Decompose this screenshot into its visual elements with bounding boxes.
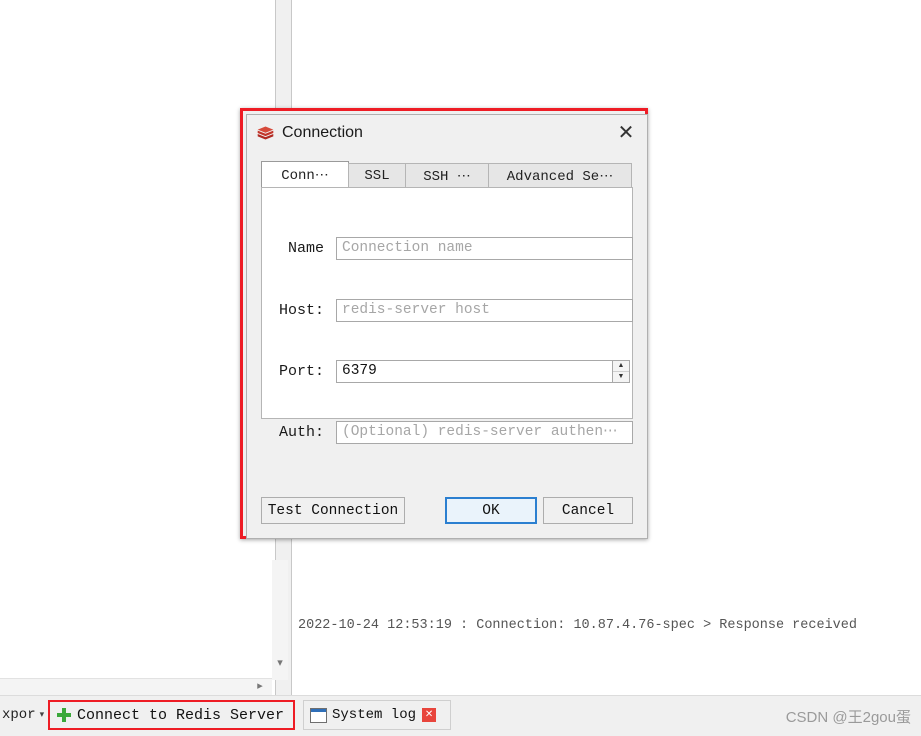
log-scroll-down-icon[interactable]: ▾ bbox=[272, 655, 288, 671]
tab-advanced-settings[interactable]: Advanced Se⋯ bbox=[488, 163, 632, 188]
stepper-down-icon[interactable]: ▼ bbox=[613, 372, 629, 382]
plus-icon bbox=[56, 707, 72, 723]
tab-advanced-settings-label: Advanced Se⋯ bbox=[506, 168, 614, 185]
cancel-button[interactable]: Cancel bbox=[543, 497, 633, 524]
system-log-tab[interactable]: System log ✕ bbox=[303, 700, 451, 730]
tab-ssl[interactable]: SSL bbox=[348, 163, 406, 188]
port-label: Port: bbox=[278, 362, 324, 380]
tab-ssh[interactable]: SSH ⋯ bbox=[405, 163, 489, 188]
auth-input[interactable]: (Optional) redis-server authen⋯ bbox=[336, 420, 633, 444]
connect-to-redis-server-button[interactable]: Connect to Redis Server bbox=[48, 700, 295, 730]
left-panel bbox=[0, 0, 275, 695]
auth-row: Auth: (Optional) redis-server authen⋯ bbox=[262, 420, 634, 444]
host-label: Host: bbox=[278, 301, 324, 319]
tab-ssh-label: SSH ⋯ bbox=[423, 168, 471, 185]
connect-tab-label: Connect to Redis Server bbox=[77, 706, 285, 724]
port-row: Port: 6379 ▲ ▼ bbox=[262, 359, 634, 383]
connection-dialog: Connection ✕ Conn⋯ SSL SSH ⋯ Advanced Se… bbox=[246, 114, 648, 539]
dialog-tabstrip: Conn⋯ SSL SSH ⋯ Advanced Se⋯ bbox=[261, 161, 633, 188]
dialog-titlebar[interactable]: Connection ✕ bbox=[247, 115, 647, 151]
port-stepper[interactable]: ▲ ▼ bbox=[612, 359, 630, 383]
export-tab-label: xpor bbox=[2, 707, 36, 723]
host-input[interactable]: redis-server host bbox=[336, 298, 633, 322]
tab-ssl-label: SSL bbox=[364, 168, 390, 184]
name-row: Name Connection name bbox=[262, 236, 634, 260]
test-connection-button[interactable]: Test Connection bbox=[261, 497, 405, 524]
ok-label: OK bbox=[482, 502, 500, 519]
close-icon[interactable]: ✕ bbox=[422, 708, 437, 722]
log-line: 2022-10-24 12:53:19 : Connection: 10.87.… bbox=[298, 618, 857, 633]
horizontal-scrollbar[interactable] bbox=[0, 678, 272, 695]
window-icon bbox=[310, 707, 327, 723]
tab-connection-label: Conn⋯ bbox=[281, 167, 329, 184]
host-row: Host: redis-server host bbox=[262, 298, 634, 322]
close-icon[interactable]: ✕ bbox=[613, 121, 639, 145]
connection-tab-panel: Name Connection name Host: redis-server … bbox=[261, 187, 634, 444]
port-input[interactable]: 6379 bbox=[336, 359, 612, 383]
system-log-console: 2022-10-24 12:53:19 : Connection: 10.87.… bbox=[292, 570, 921, 676]
dialog-title: Connection bbox=[282, 124, 363, 141]
test-connection-label: Test Connection bbox=[267, 502, 399, 519]
system-log-tab-label: System log bbox=[332, 707, 417, 723]
cancel-label: Cancel bbox=[561, 502, 615, 519]
chevron-down-icon[interactable]: ▾ bbox=[40, 710, 45, 720]
connection-dialog-highlight: Connection ✕ Conn⋯ SSL SSH ⋯ Advanced Se… bbox=[240, 108, 648, 539]
tab-connection[interactable]: Conn⋯ bbox=[261, 161, 349, 188]
name-input[interactable]: Connection name bbox=[336, 236, 633, 260]
scroll-right-icon[interactable]: ▸ bbox=[252, 678, 268, 694]
redis-cube-icon bbox=[257, 126, 274, 141]
stepper-up-icon[interactable]: ▲ bbox=[613, 361, 629, 372]
watermark: CSDN @王2gou蛋 bbox=[785, 709, 911, 726]
auth-label: Auth: bbox=[278, 423, 324, 441]
log-spacer bbox=[298, 673, 921, 676]
ok-button[interactable]: OK bbox=[445, 497, 537, 524]
name-label: Name bbox=[287, 239, 324, 257]
export-tab[interactable]: xpor ▾ bbox=[0, 703, 44, 727]
